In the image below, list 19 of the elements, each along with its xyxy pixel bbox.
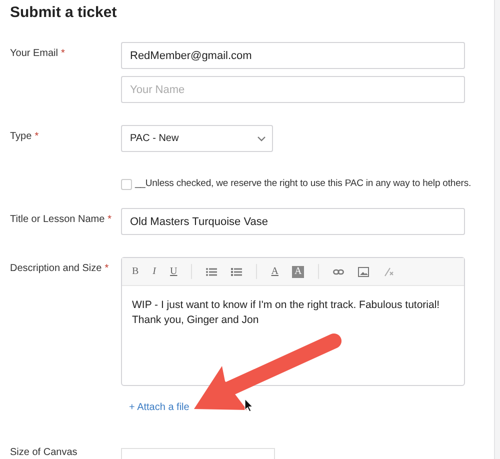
field-label: Title or Lesson Name * xyxy=(10,213,113,227)
text-color-button[interactable]: A xyxy=(271,266,278,276)
page-title: Submit a ticket xyxy=(10,4,118,22)
field-label: Type * xyxy=(10,130,40,144)
field-label: Your Email * xyxy=(10,47,66,61)
highlight-button[interactable]: A xyxy=(292,266,304,278)
underline-button[interactable]: U xyxy=(170,266,178,276)
input-field[interactable]: Old Masters Turquoise Vase xyxy=(121,208,465,235)
type-dropdown[interactable]: PAC - New xyxy=(121,125,273,152)
rich-text-editor[interactable]: B I U A A WIP - I just want to know if I'm on the right track. Fabulous tutorial! Thank you, Ginger and Jon xyxy=(121,257,465,386)
field-label: Size of Canvas xyxy=(10,448,78,458)
name-field[interactable]: Your Name xyxy=(121,76,465,103)
field-label: Description and Size * xyxy=(10,262,110,276)
input-field[interactable]: RedMember@gmail.com xyxy=(121,42,465,69)
checkbox-label: __Unless checked, we reserve the right to use this PAC in any way to help others. xyxy=(135,177,472,191)
italic-button[interactable]: I xyxy=(152,266,156,276)
bold-button[interactable]: B xyxy=(132,266,139,276)
attach-file-link[interactable]: + Attach a file xyxy=(129,401,190,415)
editor-text: WIP - I just want to know if I'm on the right track. Fabulous tutorial! Thank you, Ginger and Jon xyxy=(131,298,441,328)
